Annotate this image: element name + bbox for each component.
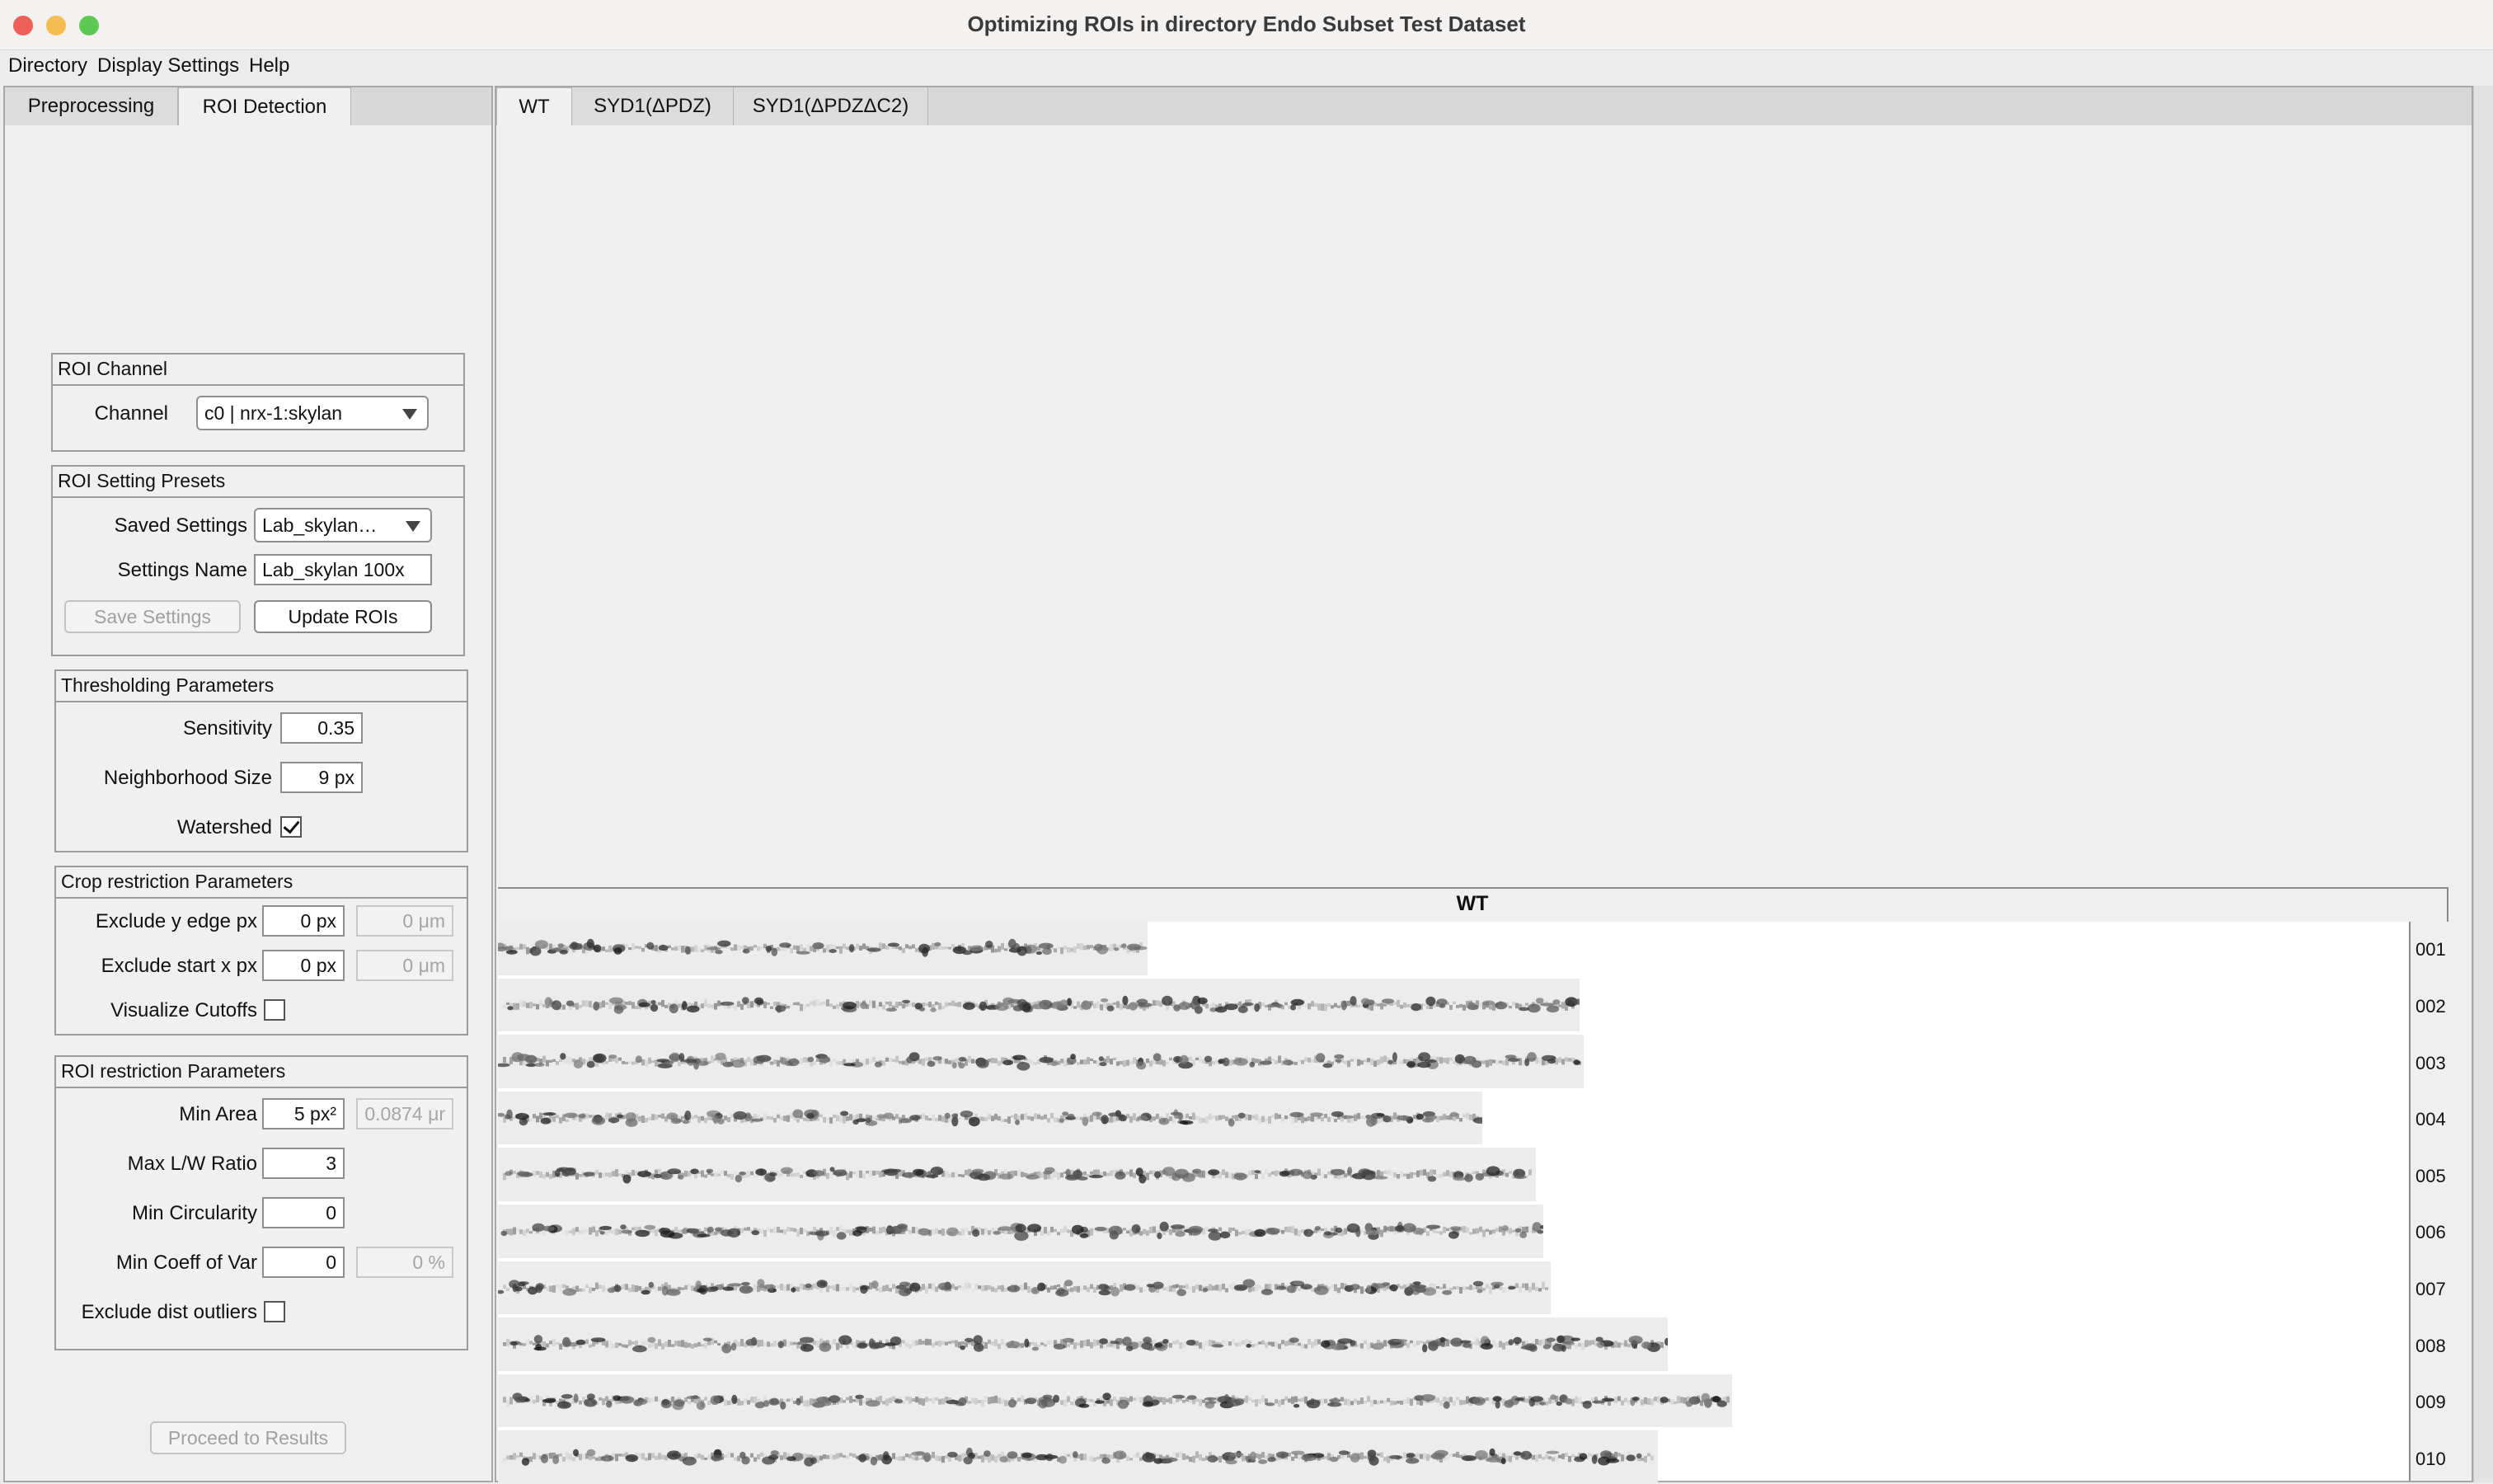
save-settings-button[interactable]: Save Settings (64, 600, 241, 633)
visualize-cutoffs-checkbox[interactable] (264, 999, 285, 1021)
title-bar: Optimizing ROIs in directory Endo Subset… (0, 0, 2493, 50)
row-label-010: 010 (2416, 1448, 2446, 1469)
row-label-007: 007 (2416, 1278, 2446, 1299)
roi-restriction-group: ROI restriction Parameters Min Area 5 px… (54, 1055, 468, 1350)
row-label-005: 005 (2416, 1165, 2446, 1186)
row-label-004: 004 (2416, 1109, 2446, 1130)
thresholding-group: Thresholding Parameters Sensitivity 0.35… (54, 669, 468, 852)
update-rois-button[interactable]: Update ROIs (254, 600, 432, 633)
exclude-y-edge-um-input: 0 μm (356, 905, 453, 937)
settings-name-input[interactable]: Lab_skylan 100x (254, 554, 432, 585)
tab-wt[interactable]: WT (496, 87, 572, 125)
image-strip-004 (498, 1091, 1482, 1145)
crop-restriction-title: Crop restriction Parameters (56, 867, 467, 899)
image-strip-006 (498, 1205, 1543, 1258)
min-coeff-of-var-pct-input: 0 % (356, 1247, 453, 1278)
image-strip-009 (498, 1374, 1732, 1428)
row-label-003: 003 (2416, 1052, 2446, 1073)
min-area-label: Min Area (179, 1103, 257, 1125)
menu-display-settings[interactable]: Display Settings (97, 54, 239, 77)
exclude-y-edge-label: Exclude y edge px (95, 910, 257, 932)
image-strip-003 (498, 1035, 1584, 1088)
tab-roi-detection[interactable]: ROI Detection (178, 87, 351, 125)
vertical-scrollbar[interactable] (2473, 86, 2493, 1482)
right-panel: WT SYD1(ΔPDZ) SYD1(ΔPDZΔC2) WT 001 002 003… (495, 86, 2473, 1484)
menu-directory[interactable]: Directory (8, 54, 87, 77)
roi-image-axes[interactable]: WT 001 002 003 004 005 006 007 008 009 010 (498, 887, 2450, 1484)
chevron-down-icon (402, 409, 417, 420)
min-area-um-input: 0.0874 μr (356, 1098, 453, 1129)
exclude-dist-outliers-label: Exclude dist outliers (81, 1301, 257, 1323)
image-strip-005 (498, 1148, 1536, 1201)
settings-name-label: Settings Name (117, 559, 247, 581)
tab-preprocessing[interactable]: Preprocessing (5, 87, 178, 125)
max-lw-ratio-label: Max L/W Ratio (127, 1153, 257, 1175)
roi-channel-title: ROI Channel (53, 355, 463, 386)
channel-select[interactable]: c0 | nrx-1:skylan (196, 396, 429, 430)
exclude-start-x-px-input[interactable]: 0 px (262, 950, 345, 981)
menu-help[interactable]: Help (249, 54, 289, 77)
min-area-px-input[interactable]: 5 px² (262, 1098, 345, 1129)
saved-settings-value: Lab_skylan… (262, 514, 378, 536)
window-title: Optimizing ROIs in directory Endo Subset… (967, 12, 1526, 36)
roi-restriction-title: ROI restriction Parameters (56, 1057, 467, 1088)
chevron-down-icon (406, 521, 420, 532)
exclude-start-x-um-input: 0 μm (356, 950, 453, 981)
channel-select-value: c0 | nrx-1:skylan (204, 402, 343, 424)
check-icon (283, 816, 300, 834)
saved-settings-select[interactable]: Lab_skylan… (254, 508, 432, 542)
sensitivity-label: Sensitivity (182, 717, 272, 740)
row-label-009: 009 (2416, 1392, 2446, 1413)
row-label-006: 006 (2416, 1222, 2446, 1243)
visualize-cutoffs-label: Visualize Cutoffs (110, 999, 257, 1021)
tab-syd1-dpdz[interactable]: SYD1(ΔPDZ) (572, 87, 734, 125)
image-strip-008 (498, 1317, 1668, 1371)
row-label-column: 001 002 003 004 005 006 007 008 009 010 (2409, 922, 2450, 1481)
image-strip-007 (498, 1261, 1551, 1315)
roi-setting-presets-title: ROI Setting Presets (53, 467, 463, 498)
thresholding-title: Thresholding Parameters (56, 671, 467, 702)
left-tab-bar: Preprocessing ROI Detection (5, 87, 491, 125)
proceed-to-results-button[interactable]: Proceed to Results (150, 1421, 346, 1454)
neighborhood-size-input[interactable]: 9 px (280, 762, 363, 793)
sensitivity-input[interactable]: 0.35 (280, 712, 363, 744)
roi-setting-presets-group: ROI Setting Presets Saved Settings Lab_s… (51, 465, 465, 656)
crop-restriction-group: Crop restriction Parameters Exclude y ed… (54, 866, 468, 1036)
min-coeff-of-var-label: Min Coeff of Var (115, 1252, 257, 1274)
exclude-dist-outliers-checkbox[interactable] (264, 1301, 285, 1322)
menu-bar: Directory Display Settings Help (0, 50, 2493, 85)
watershed-label: Watershed (176, 816, 272, 838)
max-lw-ratio-input[interactable]: 3 (262, 1148, 345, 1179)
image-strip-001 (498, 922, 1148, 975)
neighborhood-size-label: Neighborhood Size (103, 767, 272, 789)
row-label-001: 001 (2416, 939, 2446, 960)
roi-channel-group: ROI Channel Channel c0 | nrx-1:skylan (51, 353, 465, 452)
watershed-checkbox[interactable] (280, 816, 302, 838)
image-strip-stack (498, 922, 2409, 1484)
min-coeff-of-var-input[interactable]: 0 (262, 1247, 345, 1278)
tab-syd1-dpdz-dc2[interactable]: SYD1(ΔPDZΔC2) (734, 87, 928, 125)
min-circularity-label: Min Circularity (131, 1202, 257, 1224)
image-strip-002 (498, 978, 1580, 1032)
row-label-008: 008 (2416, 1335, 2446, 1356)
left-panel: Preprocessing ROI Detection ROI Channel … (3, 86, 493, 1482)
right-tab-bar: WT SYD1(ΔPDZ) SYD1(ΔPDZΔC2) (496, 87, 2472, 125)
saved-settings-label: Saved Settings (114, 514, 247, 537)
figure-title: WT (1456, 892, 1489, 915)
exclude-start-x-label: Exclude start x px (101, 955, 257, 977)
image-strip-010 (498, 1430, 1658, 1484)
channel-label: Channel (94, 402, 168, 425)
min-circularity-input[interactable]: 0 (262, 1197, 345, 1228)
row-label-002: 002 (2416, 995, 2446, 1017)
exclude-y-edge-px-input[interactable]: 0 px (262, 905, 345, 937)
